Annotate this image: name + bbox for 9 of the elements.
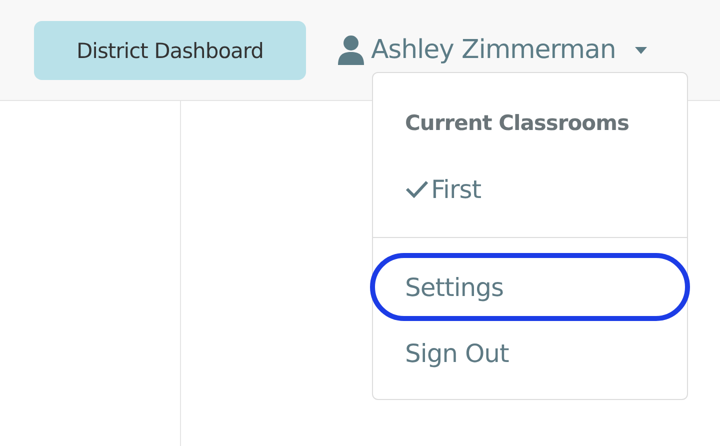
district-dashboard-button[interactable]: District Dashboard <box>34 21 306 80</box>
menu-heading: Current Classrooms <box>404 110 630 137</box>
menu-item[interactable]: Settings <box>370 253 690 321</box>
user-icon <box>337 35 365 65</box>
user-menu-button[interactable]: Ashley Zimmerman <box>337 35 616 65</box>
menu-item[interactable]: First <box>373 171 687 207</box>
check-icon <box>405 180 429 198</box>
caret-icon <box>634 46 647 54</box>
menu-item[interactable]: Sign Out <box>373 335 687 371</box>
